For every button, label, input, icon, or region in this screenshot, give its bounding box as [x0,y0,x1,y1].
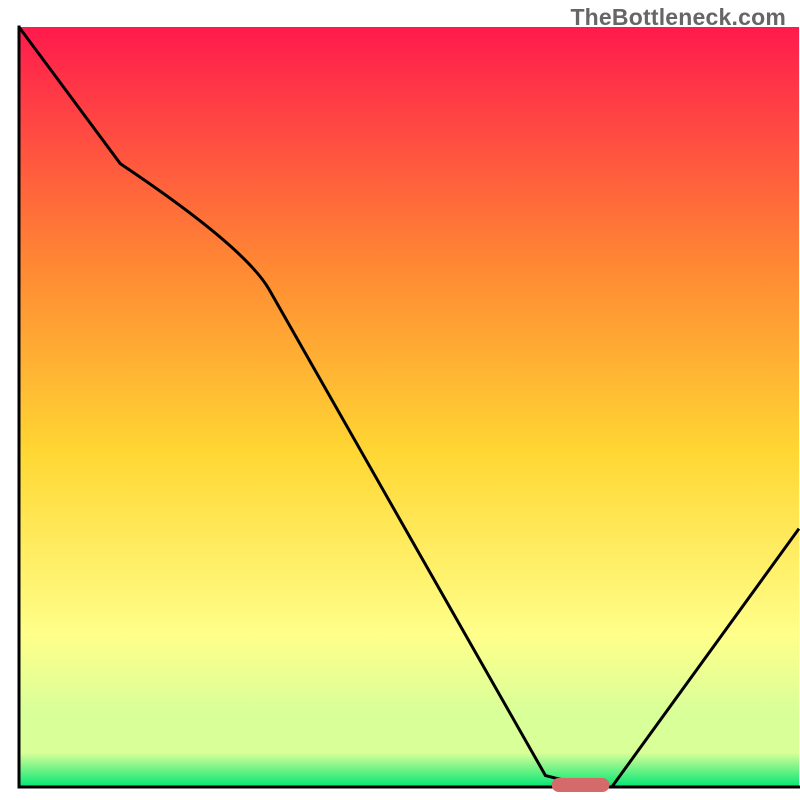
bottleneck-pill-marker [552,778,610,792]
plot-background [19,27,799,787]
chart-container: TheBottleneck.com [0,0,800,800]
bottleneck-chart [0,0,800,800]
